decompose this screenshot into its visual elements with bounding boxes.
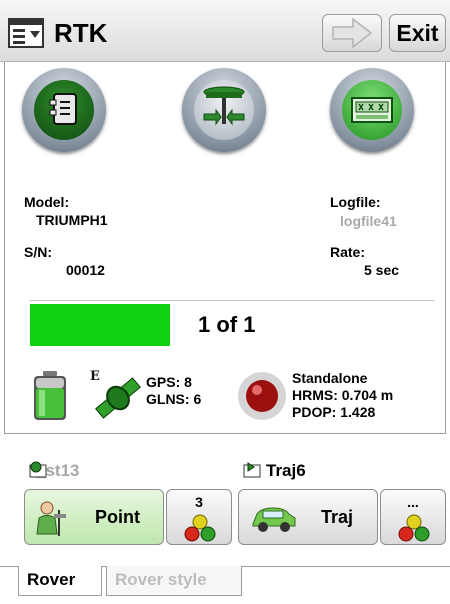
tab-rover-style[interactable]: Rover style bbox=[106, 566, 242, 596]
progress-text: 1 of 1 bbox=[198, 312, 256, 337]
section-divider bbox=[30, 300, 434, 301]
sn-label: S/N: bbox=[24, 244, 52, 260]
rate-value: 5 sec bbox=[364, 262, 400, 278]
antenna-height-button[interactable] bbox=[182, 68, 266, 152]
app-title: RTK bbox=[54, 18, 108, 48]
logfile-value: logfile41 bbox=[340, 213, 397, 229]
receiver-icon bbox=[49, 93, 77, 125]
point-button[interactable]: Point bbox=[24, 489, 164, 545]
memory-card-icon bbox=[351, 97, 393, 123]
tab-rover[interactable]: Rover bbox=[18, 566, 102, 596]
surveyor-icon bbox=[36, 501, 66, 536]
progress-bar bbox=[30, 304, 170, 346]
trajectory-button[interactable]: Traj bbox=[238, 489, 378, 545]
logfile-button[interactable] bbox=[330, 68, 414, 152]
color-dots-icon bbox=[184, 514, 216, 542]
title-bar: RTK Exit bbox=[0, 0, 450, 62]
satellite-icon: E bbox=[90, 369, 141, 419]
battery-icon bbox=[34, 371, 66, 420]
car-icon bbox=[252, 507, 296, 532]
gps-count: GPS: 8 bbox=[146, 374, 192, 390]
receiver-button[interactable] bbox=[22, 68, 106, 152]
antenna-icon bbox=[203, 86, 245, 126]
pdop-value: PDOP: 1.428 bbox=[292, 404, 376, 420]
e-marker: E bbox=[90, 369, 100, 384]
menu-icon[interactable] bbox=[8, 18, 44, 48]
point-name: _st13 bbox=[36, 461, 80, 480]
logfile-label: Logfile: bbox=[330, 194, 381, 210]
solution-type: Standalone bbox=[292, 370, 368, 386]
color-dots-icon bbox=[398, 514, 430, 542]
arrow-right-icon bbox=[332, 17, 373, 49]
point-button-label: Point bbox=[95, 507, 140, 527]
trajectory-button-label: Traj bbox=[321, 507, 354, 527]
exit-button[interactable]: Exit bbox=[389, 14, 446, 52]
glns-count: GLNS: 6 bbox=[146, 391, 202, 407]
forward-button[interactable] bbox=[322, 14, 382, 52]
model-label: Model: bbox=[24, 194, 70, 210]
trajectory-name: Traj6 bbox=[266, 461, 306, 480]
more-label: ... bbox=[407, 494, 419, 510]
rate-label: Rate: bbox=[330, 244, 366, 260]
status-led-icon bbox=[238, 372, 286, 420]
sn-value: 00012 bbox=[66, 262, 105, 278]
model-value: TRIUMPH1 bbox=[36, 212, 108, 228]
more-button[interactable]: ... bbox=[380, 489, 446, 545]
point-count: 3 bbox=[195, 494, 203, 510]
traj-file-icon bbox=[243, 462, 261, 478]
hrms-value: HRMS: 0.704 m bbox=[292, 387, 394, 403]
point-count-button[interactable]: 3 bbox=[166, 489, 232, 545]
